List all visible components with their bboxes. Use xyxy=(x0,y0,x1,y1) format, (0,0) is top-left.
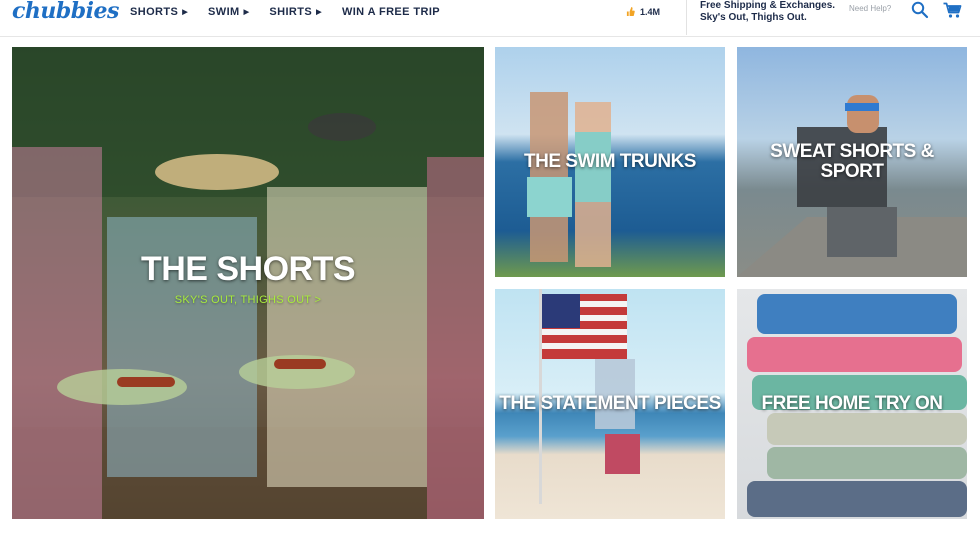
caret-right-icon: ▶ xyxy=(316,9,322,16)
main-nav: SHORTS ▶ SWIM ▶ SHIRTS ▶ WIN A FREE TRIP xyxy=(130,6,440,18)
caret-right-icon: ▶ xyxy=(182,9,189,16)
tile-shorts-subtitle[interactable]: SKY'S OUT, THIGHS OUT > xyxy=(175,294,321,306)
shipping-promo: Free Shipping & Exchanges. Sky's Out, Th… xyxy=(700,0,850,24)
nav-swim-label: SWIM xyxy=(208,6,240,18)
header-divider xyxy=(686,0,687,35)
tile-tryon-title: FREE HOME TRY ON xyxy=(761,393,943,415)
need-help-link[interactable]: Need Help? xyxy=(849,4,891,13)
site-header: chubbies SHORTS ▶ SWIM ▶ SHIRTS ▶ WIN A … xyxy=(0,0,980,37)
thumbs-up-icon xyxy=(626,7,635,16)
tile-statement-title: THE STATEMENT PIECES xyxy=(499,393,721,415)
tile-statement-pieces[interactable]: THE STATEMENT PIECES xyxy=(495,289,725,519)
chubbies-logo[interactable]: chubbies xyxy=(12,0,119,24)
nav-shorts[interactable]: SHORTS ▶ xyxy=(130,6,188,18)
nav-shirts[interactable]: SHIRTS ▶ xyxy=(269,6,322,18)
caret-right-icon: ▶ xyxy=(243,9,250,16)
tile-sweat-title: SWEAT SHORTS & SPORT xyxy=(770,141,934,182)
cart-icon[interactable] xyxy=(943,2,962,19)
tile-free-home-try-on[interactable]: FREE HOME TRY ON xyxy=(737,289,967,519)
search-icon[interactable] xyxy=(911,1,929,19)
social-likes[interactable]: 1.4M xyxy=(626,6,660,17)
nav-swim[interactable]: SWIM ▶ xyxy=(208,6,249,18)
nav-win-trip[interactable]: WIN A FREE TRIP xyxy=(342,6,440,18)
tile-sweat-shorts-sport[interactable]: SWEAT SHORTS & SPORT xyxy=(737,47,967,277)
promo-line-2: Sky's Out, Thighs Out. xyxy=(700,12,807,23)
tile-swim-title: THE SWIM TRUNKS xyxy=(524,151,696,173)
likes-count: 1.4M xyxy=(640,6,661,17)
nav-win-trip-label: WIN A FREE TRIP xyxy=(341,6,441,18)
promo-line-1: Free Shipping & Exchanges. xyxy=(700,0,836,11)
tile-shorts-title: THE SHORTS xyxy=(140,250,356,289)
tile-the-shorts[interactable]: THE SHORTS SKY'S OUT, THIGHS OUT > xyxy=(12,47,484,519)
tile-swim-trunks[interactable]: THE SWIM TRUNKS xyxy=(495,47,725,277)
nav-shirts-label: SHIRTS xyxy=(269,6,313,18)
nav-shorts-label: SHORTS xyxy=(130,6,179,18)
